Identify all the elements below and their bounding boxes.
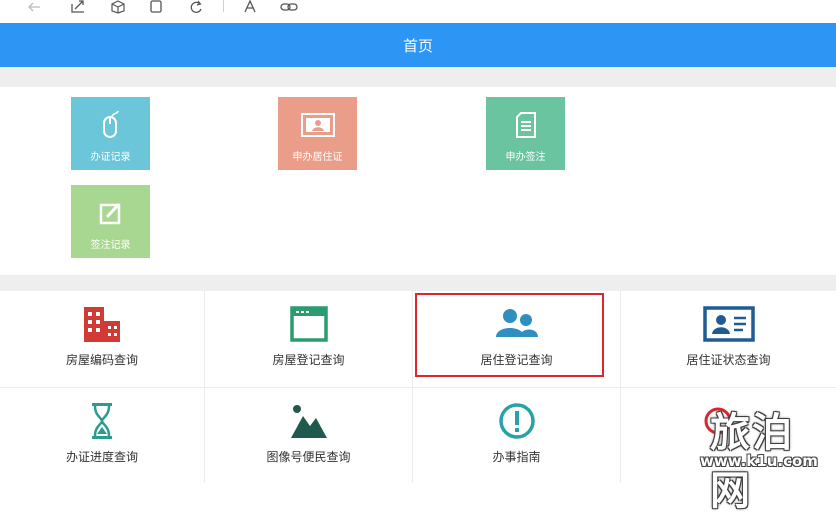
- service-label: 办证进度查询: [65, 450, 138, 464]
- highlight-box: [415, 293, 604, 377]
- edit-icon: [71, 199, 150, 227]
- share-icon[interactable]: [68, 0, 88, 14]
- watermark-logo: 旅泊网 www.k1u.com: [700, 400, 830, 514]
- service-label: 图像号便民查询: [266, 450, 351, 464]
- back-arrow-icon[interactable]: [24, 0, 44, 14]
- building-icon: [0, 305, 204, 343]
- service-image-number-query[interactable]: 图像号便民查询: [205, 388, 412, 484]
- browser-window-icon: [205, 305, 412, 343]
- section-gap: [0, 67, 836, 87]
- service-house-registration-query[interactable]: 房屋登记查询: [205, 291, 412, 387]
- refresh-icon[interactable]: [186, 0, 206, 14]
- quick-actions-panel: 办证记录 申办居住证 申办签注 签注记录: [0, 87, 836, 275]
- service-label: 房屋登记查询: [272, 353, 345, 367]
- hourglass-icon: [0, 402, 204, 440]
- watermark-url: www.k1u.com: [700, 452, 818, 470]
- browser-toolbar: [0, 0, 836, 23]
- page-title: 首页: [402, 36, 433, 55]
- page-header: 首页: [0, 23, 836, 67]
- tile-label: 申办签注: [505, 152, 546, 163]
- id-card-icon: [278, 111, 357, 139]
- tile-apply-residence-permit[interactable]: 申办居住证: [278, 97, 357, 170]
- font-icon[interactable]: [240, 0, 260, 14]
- link-icon[interactable]: [279, 0, 299, 14]
- tile-label: 签注记录: [90, 240, 131, 251]
- service-label: 居住证状态查询: [686, 353, 771, 367]
- mouse-icon: [71, 111, 150, 139]
- service-label: 房屋编码查询: [65, 353, 138, 367]
- exclamation-icon: [413, 402, 620, 440]
- landscape-image-icon: [205, 402, 412, 440]
- window-icon[interactable]: [146, 0, 166, 14]
- tile-label: 申办居住证: [292, 152, 343, 163]
- service-label: 办事指南: [492, 450, 541, 464]
- toolbar-divider: [223, 0, 224, 12]
- service-guide[interactable]: 办事指南: [413, 388, 620, 484]
- service-certificate-progress-query[interactable]: 办证进度查询: [0, 388, 204, 484]
- tile-apply-endorsement[interactable]: 申办签注: [486, 97, 565, 170]
- tile-label: 办证记录: [90, 152, 131, 163]
- id-card-icon: [621, 305, 836, 343]
- document-icon: [486, 111, 565, 139]
- cube-icon[interactable]: [108, 0, 128, 14]
- tile-endorsement-records[interactable]: 签注记录: [71, 185, 150, 258]
- section-gap: [0, 275, 836, 291]
- service-house-code-query[interactable]: 房屋编码查询: [0, 291, 204, 387]
- service-residence-permit-status-query[interactable]: 居住证状态查询: [621, 291, 836, 387]
- tile-certificate-records[interactable]: 办证记录: [71, 97, 150, 170]
